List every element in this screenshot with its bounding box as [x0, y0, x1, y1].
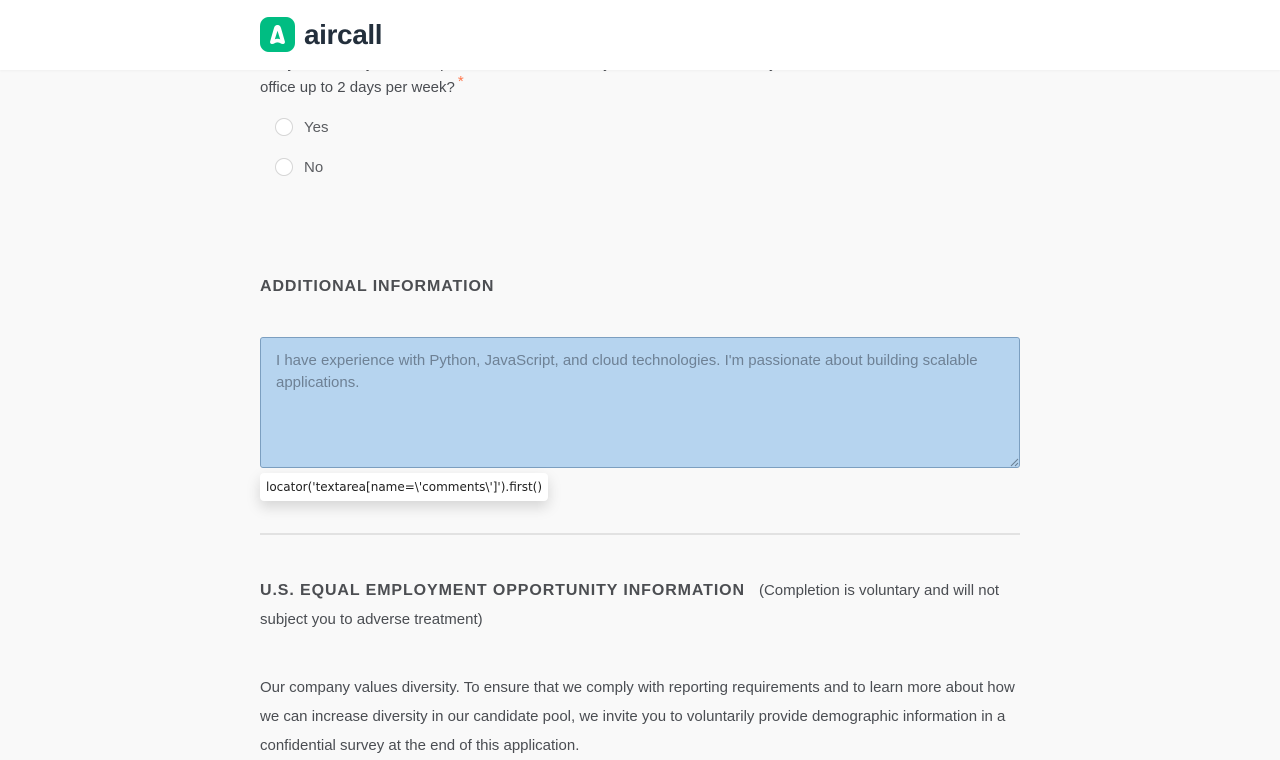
logo-wordmark: aircall [304, 18, 383, 50]
aircall-logo-icon [260, 17, 295, 52]
eeo-header: U.S. EQUAL EMPLOYMENT OPPORTUNITY INFORM… [260, 576, 1020, 634]
eeo-paragraph: Our company values diversity. To ensure … [260, 679, 1015, 754]
eeo-heading: U.S. EQUAL EMPLOYMENT OPPORTUNITY INFORM… [260, 582, 745, 599]
question-text-line2: office up to 2 days per week? [260, 79, 455, 96]
required-marker: * [457, 73, 464, 90]
radio-option-no[interactable]: No [275, 158, 323, 176]
locator-tooltip: locator('textarea[name=\'comments\']').f… [260, 473, 549, 501]
radio-button-yes[interactable] [275, 118, 293, 136]
section-divider [260, 533, 1020, 535]
comments-textarea[interactable]: I have experience with Python, JavaScrip… [260, 337, 1020, 468]
resize-handle-icon[interactable] [1009, 457, 1019, 467]
radio-label-yes[interactable]: Yes [304, 119, 328, 136]
aircall-logo[interactable]: aircall [260, 17, 383, 52]
additional-information-heading: ADDITIONAL INFORMATION [260, 278, 495, 295]
radio-button-no[interactable] [275, 158, 293, 176]
radio-label-no[interactable]: No [304, 159, 323, 176]
radio-option-yes[interactable]: Yes [275, 118, 328, 136]
top-header: aircall [0, 0, 1280, 70]
